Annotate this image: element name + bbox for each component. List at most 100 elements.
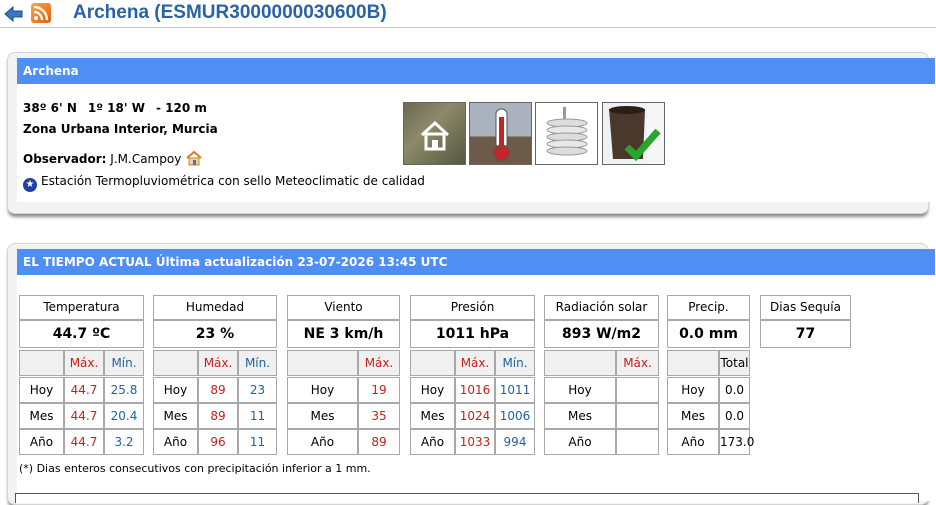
temp-max-header: Máx. — [64, 350, 104, 376]
rad-max-value — [616, 429, 659, 455]
pres-header-blank — [410, 350, 455, 376]
station-panel: Archena 38º 6' N 1º 18' W - 120 m Zona Urb… — [7, 52, 935, 214]
drought-label: Dias Sequía (*) — [760, 295, 851, 337]
pres-value: 1011 hPa — [410, 320, 535, 348]
hum-row-label: Hoy — [153, 377, 198, 403]
home-icon[interactable] — [185, 150, 203, 166]
observer-name: J.M.Campoy — [110, 152, 182, 166]
temp-row-label: Año — [19, 429, 64, 455]
wind-label: Viento — [287, 295, 400, 320]
temp-min-value: 25.8 — [104, 377, 144, 403]
precip-total-value: 0.0 — [719, 377, 750, 403]
rad-row-label: Hoy — [544, 377, 616, 403]
latitude: 38º 6' N — [23, 101, 77, 115]
rad-max-header: Máx. — [616, 350, 659, 376]
hum-max-value: 96 — [198, 429, 238, 455]
temp-min-value: 20.4 — [104, 403, 144, 429]
rad-row-label: Mes — [544, 403, 616, 429]
wind-max-value: 35 — [358, 403, 400, 429]
hum-max-value: 89 — [198, 377, 238, 403]
pres-max-value: 1033 — [455, 429, 495, 455]
altitude: - 120 m — [155, 101, 207, 115]
temp-max-value: 44.7 — [64, 403, 104, 429]
page-header: Archena (ESMUR3000000030600B) — [0, 0, 936, 28]
wind-header-blank — [287, 350, 358, 376]
hum-row-label: Año — [153, 429, 198, 455]
rad-value: 893 W/m2 — [544, 320, 659, 348]
pres-label: Presión — [410, 295, 535, 320]
wind-max-value: 89 — [358, 429, 400, 455]
rain-gauge-photo[interactable] — [602, 102, 665, 165]
radiation-shield-photo[interactable] — [535, 102, 598, 165]
temp-label: Temperatura — [19, 295, 144, 320]
pres-min-header: Mín. — [495, 350, 535, 376]
thermometer-photo[interactable] — [469, 102, 532, 165]
hum-min-value: 11 — [238, 403, 277, 429]
wind-row-label: Hoy — [287, 377, 358, 403]
hum-min-value: 11 — [238, 429, 277, 455]
rad-max-value — [616, 403, 659, 429]
hum-max-value: 89 — [198, 403, 238, 429]
precip-label: Precip. — [667, 295, 750, 320]
station-panel-body: 38º 6' N 1º 18' W - 120 m Zona Urbana Inte… — [17, 84, 935, 202]
wind-value: NE 3 km/h — [287, 320, 400, 348]
pres-max-value: 1016 — [455, 377, 495, 403]
hum-value: 23 % — [153, 320, 277, 348]
precip-total-header: Total — [719, 350, 750, 376]
star-icon: ★ — [23, 178, 37, 192]
aerial-photo[interactable] — [403, 102, 466, 165]
temp-max-value: 44.7 — [64, 429, 104, 455]
next-panel-edge — [15, 493, 919, 503]
page-title: Archena (ESMUR3000000030600B) — [73, 2, 387, 23]
pres-max-header: Máx. — [455, 350, 495, 376]
temp-header-blank — [19, 350, 64, 376]
precip-value: 0.0 mm — [667, 320, 750, 348]
wind-max-value: 19 — [358, 377, 400, 403]
precip-row-label: Año — [667, 429, 719, 455]
hum-min-header: Mín. — [238, 350, 277, 376]
drought-value: 77 — [760, 320, 851, 348]
wind-row-label: Mes — [287, 403, 358, 429]
station-panel-title: Archena — [17, 58, 935, 84]
pres-row-label: Mes — [410, 403, 455, 429]
rad-row-label: Año — [544, 429, 616, 455]
temp-min-header: Mín. — [104, 350, 144, 376]
pres-min-value: 994 — [495, 429, 535, 455]
rss-feed-icon[interactable] — [31, 3, 51, 23]
pres-row-label: Año — [410, 429, 455, 455]
station-zone: Zona Urbana Interior, Murcia — [23, 122, 218, 136]
observer-label: Observador: — [23, 152, 107, 166]
precip-header-blank — [667, 350, 719, 376]
hum-max-header: Máx. — [198, 350, 238, 376]
temp-row-label: Hoy — [19, 377, 64, 403]
pres-min-value: 1011 — [495, 377, 535, 403]
quality-seal-text: Estación Termopluviométrica con sello Me… — [41, 174, 425, 188]
hum-row-label: Mes — [153, 403, 198, 429]
wind-row-label: Año — [287, 429, 358, 455]
temp-value: 44.7 ºC — [19, 320, 144, 348]
temp-max-value: 44.7 — [64, 377, 104, 403]
wind-max-header: Máx. — [358, 350, 400, 376]
rad-max-value — [616, 377, 659, 403]
precip-row-label: Mes — [667, 403, 719, 429]
observer-line: Observador: J.M.Campoy — [23, 150, 203, 166]
precip-total-value: 173.0 — [719, 429, 754, 455]
drought-footnote: (*) Dias enteros consecutivos con precip… — [19, 462, 371, 475]
precip-total-value: 0.0 — [719, 403, 750, 429]
rad-label: Radiación solar — [544, 295, 659, 320]
temp-min-value: 3.2 — [104, 429, 144, 455]
quality-seal-line: ★ Estación Termopluviométrica con sello M… — [23, 174, 425, 192]
pres-max-value: 1024 — [455, 403, 495, 429]
hum-label: Humedad — [153, 295, 277, 320]
pres-min-value: 1006 — [495, 403, 535, 429]
rad-header-blank — [544, 350, 616, 376]
station-coordinates: 38º 6' N 1º 18' W - 120 m — [23, 101, 218, 115]
current-weather-title: EL TIEMPO ACTUAL Última actualización 23… — [17, 249, 935, 275]
pres-row-label: Hoy — [410, 377, 455, 403]
back-arrow-icon[interactable] — [4, 5, 24, 23]
temp-row-label: Mes — [19, 403, 64, 429]
hum-min-value: 23 — [238, 377, 277, 403]
longitude: 1º 18' W — [87, 101, 145, 115]
precip-row-label: Hoy — [667, 377, 719, 403]
hum-header-blank — [153, 350, 198, 376]
